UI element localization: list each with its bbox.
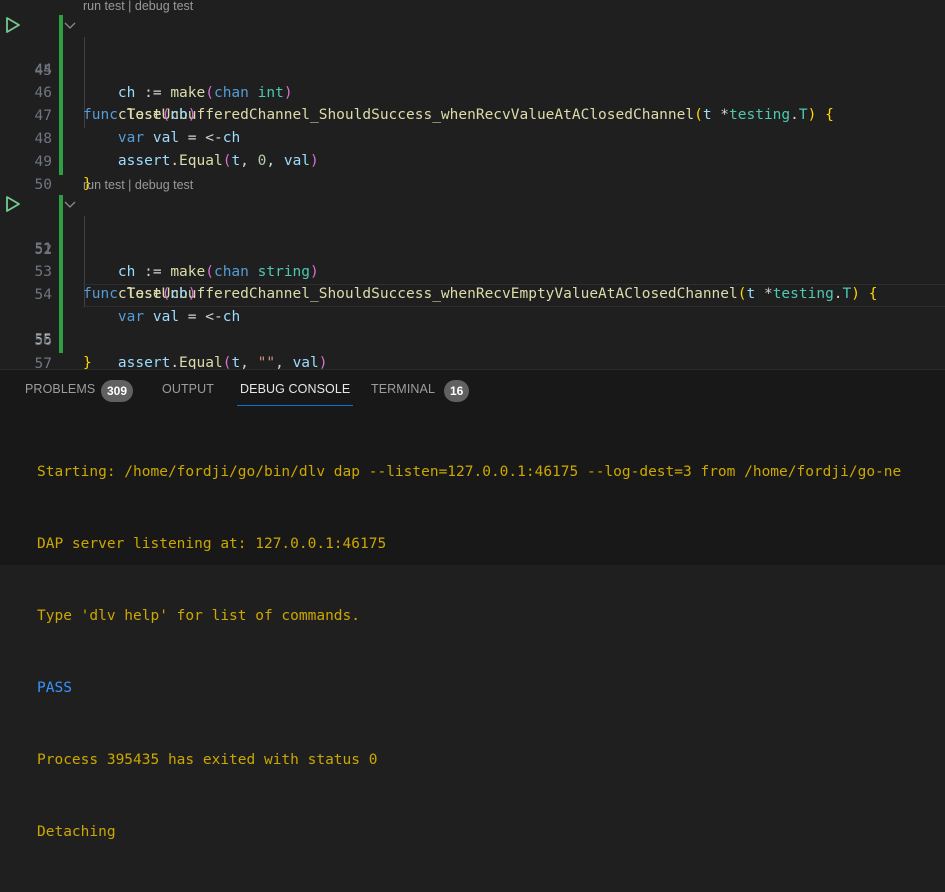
chevron-down-icon[interactable] <box>63 197 77 211</box>
code-line[interactable]: 52 ch := make(chan string) <box>0 216 945 281</box>
tab-problems[interactable]: PROBLEMS <box>25 382 95 396</box>
terminal-count-badge: 16 <box>444 380 470 402</box>
chevron-down-icon[interactable] <box>63 18 77 32</box>
code-line[interactable]: 56 } <box>0 307 945 372</box>
run-test-link[interactable]: run test <box>83 0 125 13</box>
code-line-current[interactable]: 55 assert.Equal(t, "", val) <box>0 284 945 371</box>
console-line: Detaching <box>37 824 116 840</box>
console-line: Process 395435 has exited with status 0 <box>37 752 378 768</box>
code-line[interactable]: 53 close(ch) <box>0 238 945 303</box>
code-line[interactable]: 44 func TestUnbufferedChannel_ShouldSucc… <box>0 14 945 123</box>
tab-output[interactable]: OUTPUT <box>162 382 214 396</box>
active-tab-indicator <box>237 405 354 406</box>
codelens-separator: | <box>124 0 135 13</box>
panel-tabs: PROBLEMS 309 OUTPUT DEBUG CONSOLE TERMIN… <box>0 370 945 410</box>
debug-test-link[interactable]: debug test <box>135 178 193 192</box>
current-line-highlight <box>83 284 945 307</box>
code-line[interactable]: 49 } <box>0 128 945 193</box>
code-line[interactable]: 45 ch := make(chan int) <box>0 37 945 102</box>
codelens-separator: | <box>124 178 135 192</box>
codelens: run test | debug test <box>83 0 193 14</box>
tab-terminal[interactable]: TERMINAL <box>371 382 435 396</box>
console-line: DAP server listening at: 127.0.0.1:46175 <box>37 536 387 552</box>
codelens: run test | debug test <box>83 177 193 193</box>
debug-test-link[interactable]: debug test <box>135 0 193 13</box>
run-test-icon[interactable] <box>4 195 22 213</box>
run-test-link[interactable]: run test <box>83 178 125 192</box>
tab-debug-console-label: DEBUG CONSOLE <box>240 382 351 396</box>
code-line[interactable]: 47 var val = <-ch <box>0 82 945 147</box>
code-line[interactable]: 57 <box>0 330 945 372</box>
tab-debug-console[interactable]: DEBUG CONSOLE <box>237 382 354 406</box>
debug-console-output[interactable]: Starting: /home/fordji/go/bin/dlv dap --… <box>37 412 901 892</box>
code-line[interactable]: 48 assert.Equal(t, 0, val) <box>0 105 945 170</box>
problems-count-badge: 309 <box>101 380 134 402</box>
code-line[interactable]: 46 close(ch) <box>0 59 945 124</box>
console-line: Starting: /home/fordji/go/bin/dlv dap --… <box>37 464 902 480</box>
code-line[interactable]: 50 <box>0 151 945 193</box>
code-editor[interactable]: run test | debug test 44 func TestUnbuff… <box>0 0 945 372</box>
bottom-panel: PROBLEMS 309 OUTPUT DEBUG CONSOLE TERMIN… <box>0 369 945 840</box>
console-line-pass: PASS <box>37 680 72 696</box>
code-line[interactable]: 54 var val = <-ch <box>0 261 945 326</box>
code-line[interactable]: 51 func TestUnbufferedChannel_ShouldSucc… <box>0 193 945 302</box>
run-test-icon[interactable] <box>4 16 22 34</box>
console-line: Type 'dlv help' for list of commands. <box>37 608 361 624</box>
